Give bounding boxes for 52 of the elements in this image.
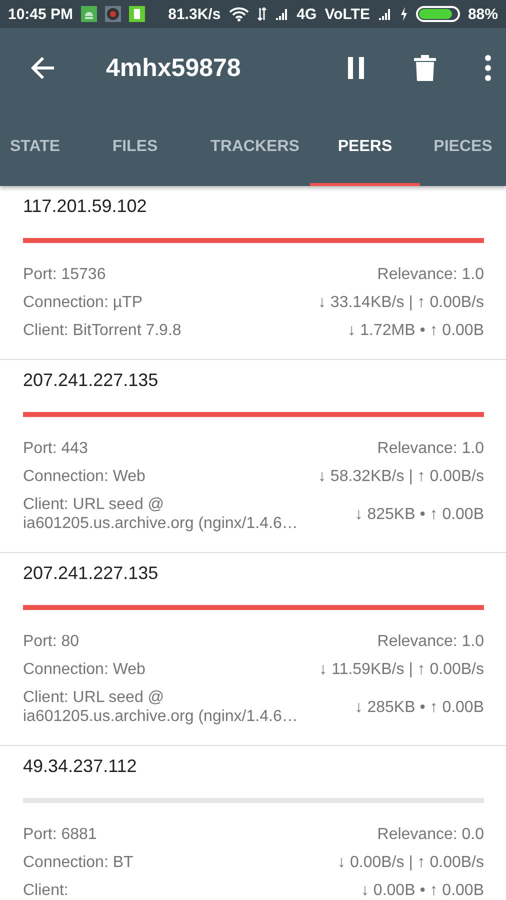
- peer-client: Client:: [23, 881, 68, 900]
- peer-client: Client: URL seed @ ia601205.us.archive.org (nginx/1.4.6…: [23, 688, 299, 726]
- peer-address: 117.201.59.102: [23, 196, 148, 216]
- relevance-value: Relevance: 0.0: [377, 825, 484, 844]
- connection-type: Connection: Web: [23, 660, 146, 679]
- data-arrows-icon: [256, 6, 267, 22]
- trash-icon: [414, 55, 436, 81]
- peer-address: 49.34.237.112: [23, 756, 138, 776]
- transfer-speed: ↓ 0.00B/s | ↑ 0.00B/s: [338, 853, 484, 872]
- relevance-value: Relevance: 1.0: [377, 265, 484, 284]
- peer-client: Client: BitTorrent 7.9.8: [23, 321, 182, 340]
- battery-percent: 88%: [468, 6, 498, 22]
- transferred-amount: ↓ 285KB • ↑ 0.00B: [354, 698, 484, 716]
- network-speed: 81.3K/s: [168, 6, 221, 22]
- peer-port: Port: 15736: [23, 265, 106, 284]
- torrent-title: 4mhx59878: [106, 54, 242, 82]
- tab[interactable]: PEERS: [310, 108, 420, 186]
- signal-icon: [274, 7, 289, 21]
- peer-port: Port: 80: [23, 632, 80, 651]
- connection-type: Connection: µTP: [23, 293, 142, 312]
- back-arrow-icon: [30, 56, 56, 80]
- more-vertical-icon: [484, 55, 492, 81]
- tab[interactable]: PIECES: [420, 108, 506, 186]
- tab[interactable]: STATE: [0, 108, 70, 186]
- battery-saver-icon: [129, 6, 146, 22]
- clock: 10:45 PM: [8, 6, 74, 22]
- wifi-icon: [228, 6, 249, 22]
- peer-client: Client: URL seed @ ia601205.us.archive.org (nginx/1.4.6…: [23, 495, 299, 533]
- transfer-speed: ↓ 11.59KB/s | ↑ 0.00B/s: [319, 660, 484, 679]
- transferred-amount: ↓ 1.72MB • ↑ 0.00B: [348, 321, 484, 340]
- android-icon: [81, 6, 98, 22]
- transferred-amount: ↓ 0.00B • ↑ 0.00B: [360, 881, 484, 900]
- connection-type: Connection: BT: [23, 853, 134, 872]
- transfer-speed: ↓ 58.32KB/s | ↑ 0.00B/s: [318, 467, 484, 486]
- transferred-amount: ↓ 825KB • ↑ 0.00B: [354, 504, 484, 524]
- tab[interactable]: FILES: [70, 108, 200, 186]
- pause-icon: [346, 57, 366, 79]
- battery-icon: [416, 6, 460, 22]
- relevance-value: Relevance: 1.0: [377, 439, 484, 458]
- charging-icon: [400, 6, 408, 22]
- tab[interactable]: TRACKERS: [200, 108, 310, 186]
- network-type: 4G: [296, 6, 317, 22]
- peer-address: 207.241.227.135: [23, 563, 160, 583]
- app-icon: [105, 6, 122, 22]
- peer-port: Port: 443: [23, 439, 88, 458]
- connection-type: Connection: Web: [23, 467, 146, 486]
- peer-port: Port: 6881: [23, 825, 97, 844]
- transfer-speed: ↓ 33.14KB/s | ↑ 0.00B/s: [318, 293, 484, 312]
- volte-label: VoLTE: [324, 6, 370, 22]
- peer-address: 207.241.227.135: [23, 370, 160, 390]
- signal-icon: [378, 7, 392, 21]
- relevance-value: Relevance: 1.0: [377, 632, 484, 651]
